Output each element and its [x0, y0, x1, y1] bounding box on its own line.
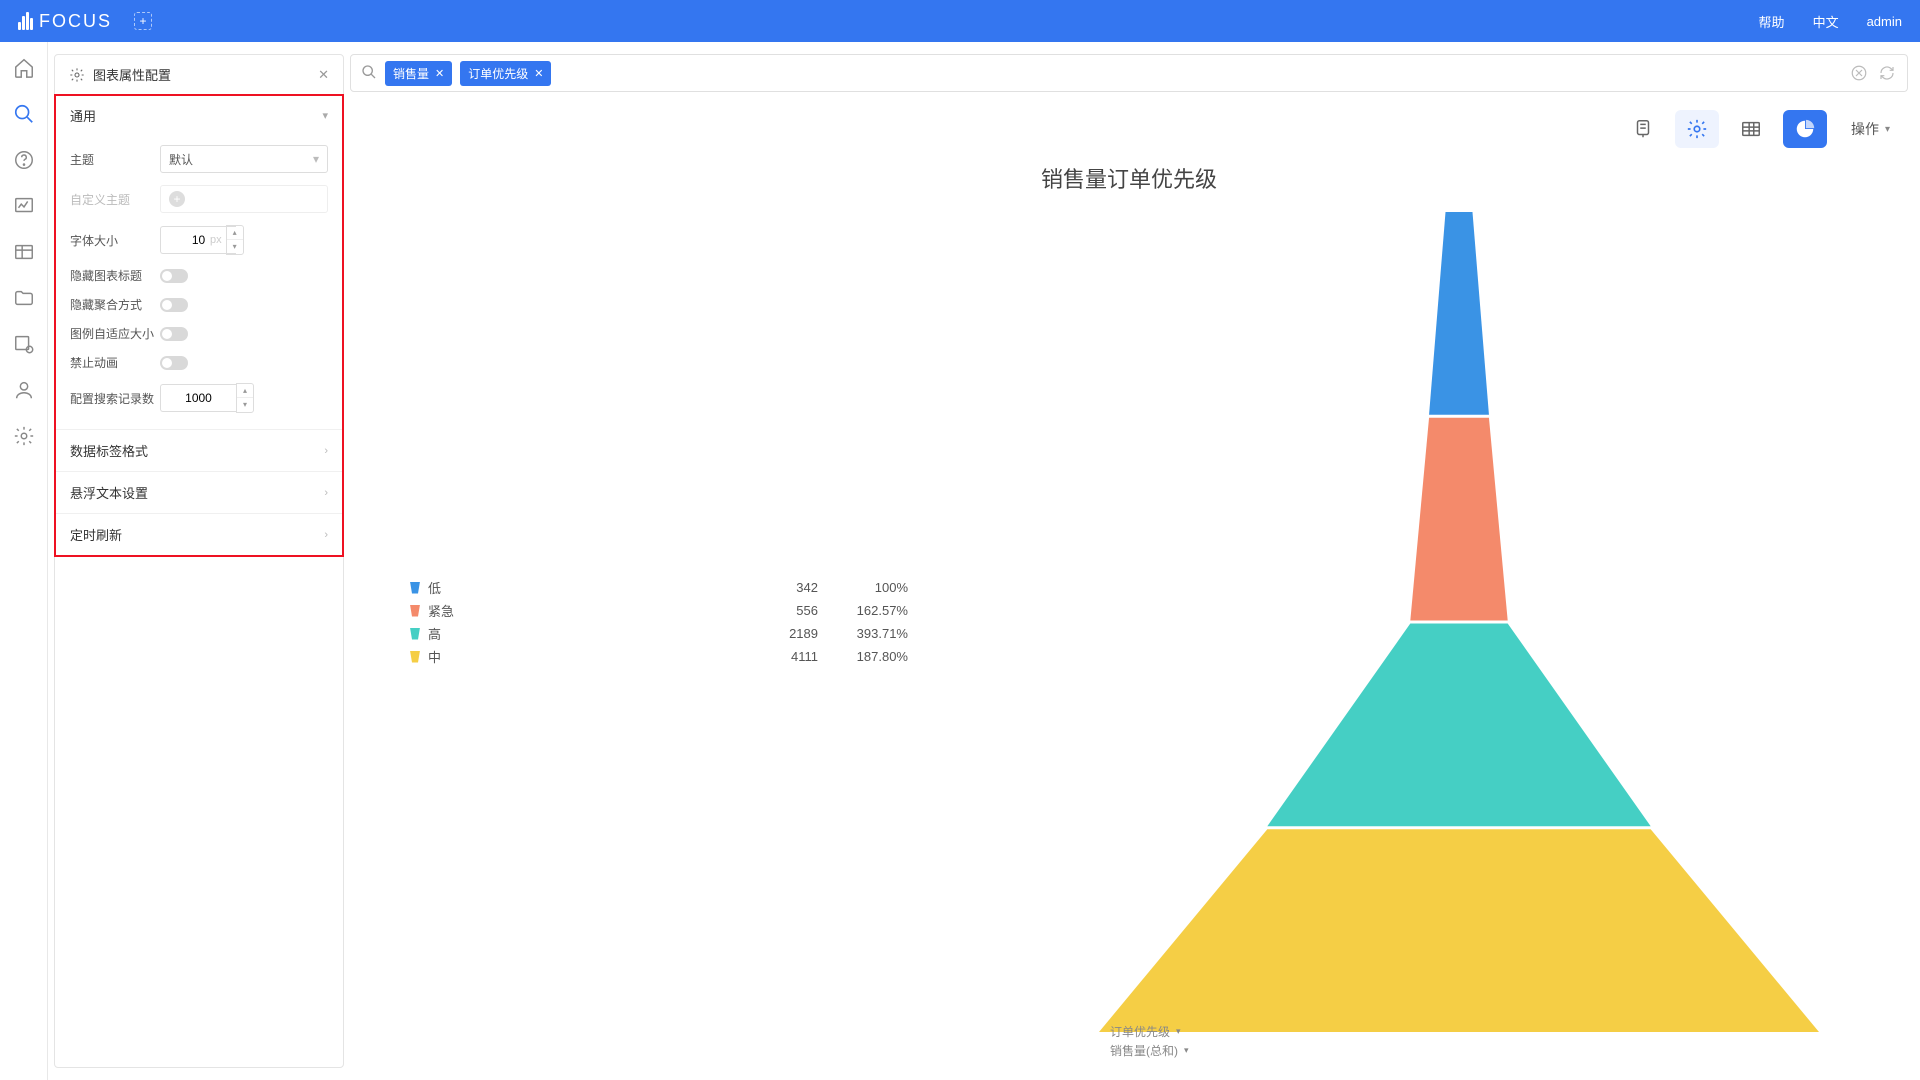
- legend-value: 556: [728, 603, 818, 618]
- search-icon: [361, 64, 377, 83]
- nav-help[interactable]: [12, 148, 36, 172]
- funnel-chart: [1099, 212, 1819, 1032]
- font-size-increment[interactable]: ▴: [227, 226, 243, 240]
- language-toggle[interactable]: 中文: [1813, 12, 1839, 31]
- record-limit-decrement[interactable]: ▾: [237, 398, 253, 412]
- chevron-right-icon: ›: [324, 445, 328, 457]
- legend-auto-label: 图例自适应大小: [70, 325, 160, 342]
- legend-name: 高: [428, 624, 728, 643]
- chart-view-button[interactable]: [1783, 110, 1827, 148]
- chevron-down-icon: ▾: [1184, 1045, 1189, 1056]
- custom-theme-label: 自定义主题: [70, 191, 160, 208]
- chart-settings-button[interactable]: [1675, 110, 1719, 148]
- chevron-right-icon: ›: [324, 487, 328, 499]
- legend-value: 2189: [728, 626, 818, 641]
- nav-charts[interactable]: [12, 194, 36, 218]
- theme-value: 默认: [169, 151, 193, 168]
- app-name: FOCUS: [39, 11, 112, 32]
- section-data-label-format[interactable]: 数据标签格式 ›: [56, 429, 342, 471]
- nav-users[interactable]: [12, 378, 36, 402]
- section-general-label: 通用: [70, 106, 96, 125]
- record-limit-input[interactable]: [160, 384, 236, 412]
- refresh-button[interactable]: [1877, 63, 1897, 83]
- user-menu[interactable]: admin: [1867, 14, 1902, 29]
- chart-title: 销售量订单优先级: [370, 162, 1888, 194]
- search-chip[interactable]: 销售量✕: [385, 61, 452, 86]
- legend-percent: 162.57%: [818, 603, 908, 618]
- hide-title-switch[interactable]: [160, 269, 188, 283]
- new-tab-button[interactable]: +: [134, 12, 152, 30]
- legend-name: 中: [428, 647, 728, 666]
- legend-row[interactable]: 高 2189 393.71%: [410, 622, 1030, 645]
- legend-value: 4111: [728, 649, 818, 664]
- chart-config-panel: 图表属性配置 ✕ 通用 ▾ 主题 默认 ▾ 自定: [54, 54, 344, 1068]
- legend-color-icon: [410, 628, 420, 640]
- section-tooltip-settings[interactable]: 悬浮文本设置 ›: [56, 471, 342, 513]
- chevron-down-icon: ▾: [1176, 1026, 1181, 1037]
- legend-row[interactable]: 紧急 556 162.57%: [410, 599, 1030, 622]
- app-logo: FOCUS: [18, 11, 112, 32]
- funnel-segment[interactable]: [1267, 624, 1650, 827]
- search-chip[interactable]: 订单优先级✕: [460, 61, 551, 86]
- logo-icon: [18, 12, 33, 30]
- nav-settings[interactable]: [12, 424, 36, 448]
- legend-percent: 187.80%: [818, 649, 908, 664]
- legend-row[interactable]: 低 342 100%: [410, 576, 1030, 599]
- chevron-down-icon: ▾: [322, 109, 328, 122]
- font-size-label: 字体大小: [70, 232, 160, 249]
- nav-tables[interactable]: [12, 240, 36, 264]
- clear-search-button[interactable]: [1849, 63, 1869, 83]
- chip-remove-button[interactable]: ✕: [534, 67, 543, 80]
- font-size-input[interactable]: [160, 226, 236, 254]
- legend-name: 紧急: [428, 601, 728, 620]
- chevron-down-icon: ▾: [1885, 124, 1890, 135]
- config-panel-title: 图表属性配置: [93, 65, 318, 84]
- record-limit-label: 配置搜索记录数: [70, 390, 160, 407]
- funnel-segment[interactable]: [1410, 418, 1507, 621]
- font-size-decrement[interactable]: ▾: [227, 240, 243, 254]
- plus-icon: +: [169, 191, 185, 207]
- gear-icon: [69, 67, 85, 83]
- legend-percent: 393.71%: [818, 626, 908, 641]
- legend-row[interactable]: 中 4111 187.80%: [410, 645, 1030, 668]
- record-limit-increment[interactable]: ▴: [237, 384, 253, 398]
- action-menu[interactable]: 操作 ▾: [1851, 119, 1890, 139]
- nav-folders[interactable]: [12, 286, 36, 310]
- legend-name: 低: [428, 578, 728, 597]
- hide-title-label: 隐藏图表标题: [70, 267, 160, 284]
- chip-remove-button[interactable]: ✕: [435, 67, 444, 80]
- legend-value: 342: [728, 580, 818, 595]
- chevron-down-icon: ▾: [313, 152, 319, 166]
- nav-home[interactable]: [12, 56, 36, 80]
- dimension-selector[interactable]: 订单优先级▾: [1110, 1022, 1189, 1041]
- legend-auto-switch[interactable]: [160, 327, 188, 341]
- disable-anim-switch[interactable]: [160, 356, 188, 370]
- chevron-right-icon: ›: [324, 529, 328, 541]
- pin-button[interactable]: [1621, 110, 1665, 148]
- help-link[interactable]: 帮助: [1759, 12, 1785, 31]
- nav-data-config[interactable]: [12, 332, 36, 356]
- add-custom-theme-button[interactable]: +: [160, 185, 328, 213]
- theme-label: 主题: [70, 151, 160, 168]
- legend-color-icon: [410, 582, 420, 594]
- close-panel-button[interactable]: ✕: [318, 67, 329, 83]
- theme-select[interactable]: 默认 ▾: [160, 145, 328, 173]
- chart-legend: 低 342 100% 紧急 556 162.57% 高 2189 393.71%…: [370, 212, 1030, 1032]
- legend-color-icon: [410, 651, 420, 663]
- nav-search[interactable]: [12, 102, 36, 126]
- legend-color-icon: [410, 605, 420, 617]
- search-bar[interactable]: 销售量✕ 订单优先级✕: [350, 54, 1908, 92]
- hide-agg-switch[interactable]: [160, 298, 188, 312]
- hide-agg-label: 隐藏聚合方式: [70, 296, 160, 313]
- funnel-segment[interactable]: [1429, 212, 1489, 415]
- funnel-segment[interactable]: [1099, 829, 1819, 1032]
- measure-selector[interactable]: 销售量(总和)▾: [1110, 1041, 1189, 1060]
- legend-percent: 100%: [818, 580, 908, 595]
- section-auto-refresh[interactable]: 定时刷新 ›: [56, 513, 342, 555]
- table-view-button[interactable]: [1729, 110, 1773, 148]
- section-general[interactable]: 通用 ▾: [56, 96, 342, 135]
- disable-anim-label: 禁止动画: [70, 354, 160, 371]
